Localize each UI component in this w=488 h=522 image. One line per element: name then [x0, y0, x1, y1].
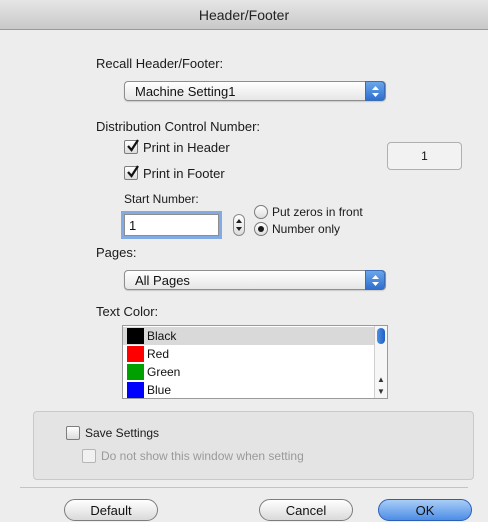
pages-popup-value: All Pages [135, 273, 190, 288]
print-header-checkbox[interactable] [124, 139, 139, 154]
list-item-label: Green [147, 365, 181, 379]
dont-show-checkbox[interactable] [82, 449, 96, 463]
pages-popup[interactable]: All Pages [124, 270, 386, 290]
list-item-green[interactable]: Green [123, 363, 387, 381]
radio-number-only[interactable] [254, 222, 268, 236]
popup-arrows-icon [365, 270, 385, 290]
counter-display: 1 [387, 142, 462, 170]
radio-zeros-label: Put zeros in front [272, 205, 363, 219]
checkmark-icon [127, 139, 139, 152]
radio-number-only-label: Number only [272, 222, 341, 236]
dont-show-label: Do not show this window when setting [101, 449, 304, 463]
print-footer-label: Print in Footer [143, 166, 225, 181]
print-footer-checkbox[interactable] [124, 165, 139, 180]
list-item-blue[interactable]: Blue [123, 381, 387, 398]
recall-popup[interactable]: Machine Setting1 [124, 81, 386, 101]
color-swatch [127, 364, 144, 380]
text-color-label: Text Color: [96, 304, 159, 319]
scroll-down-icon[interactable]: ▼ [377, 388, 385, 396]
recall-label: Recall Header/Footer: [96, 56, 224, 71]
settings-group: Save Settings Do not show this window wh… [33, 411, 474, 480]
list-scrollbar[interactable]: ▲ ▼ [374, 326, 387, 398]
cancel-button[interactable]: Cancel [259, 499, 353, 521]
title-bar: Header/Footer [0, 0, 488, 30]
list-item-label: Black [147, 329, 177, 343]
scrollbar-thumb[interactable] [377, 328, 385, 344]
popup-arrows-icon [365, 81, 385, 101]
pages-label: Pages: [96, 245, 137, 260]
checkmark-icon [127, 165, 139, 178]
color-swatch [127, 346, 144, 362]
divider [20, 487, 468, 488]
radio-dot-icon [258, 226, 264, 232]
list-item-red[interactable]: Red [123, 345, 387, 363]
radio-zeros-in-front[interactable] [254, 205, 268, 219]
window-title: Header/Footer [198, 7, 290, 23]
save-settings-checkbox[interactable] [66, 426, 80, 440]
scroll-up-icon[interactable]: ▲ [377, 376, 385, 384]
distribution-label: Distribution Control Number: [96, 119, 261, 134]
ok-button[interactable]: OK [378, 499, 472, 521]
color-swatch [127, 382, 144, 398]
print-header-label: Print in Header [143, 140, 230, 155]
start-number-stepper[interactable] [233, 214, 245, 236]
color-swatch [127, 328, 144, 344]
stepper-arrows-icon [236, 219, 242, 231]
start-number-label: Start Number: [124, 192, 199, 206]
save-settings-label: Save Settings [85, 426, 160, 440]
start-number-input[interactable]: 1 [124, 214, 219, 236]
list-item-label: Red [147, 347, 170, 361]
text-color-list[interactable]: Black Red Green Blue ▲ ▼ [122, 325, 388, 399]
list-item-black[interactable]: Black [123, 327, 387, 345]
list-item-label: Blue [147, 383, 172, 397]
recall-popup-value: Machine Setting1 [135, 84, 236, 99]
default-button[interactable]: Default [64, 499, 158, 521]
start-number-value: 1 [129, 218, 137, 233]
